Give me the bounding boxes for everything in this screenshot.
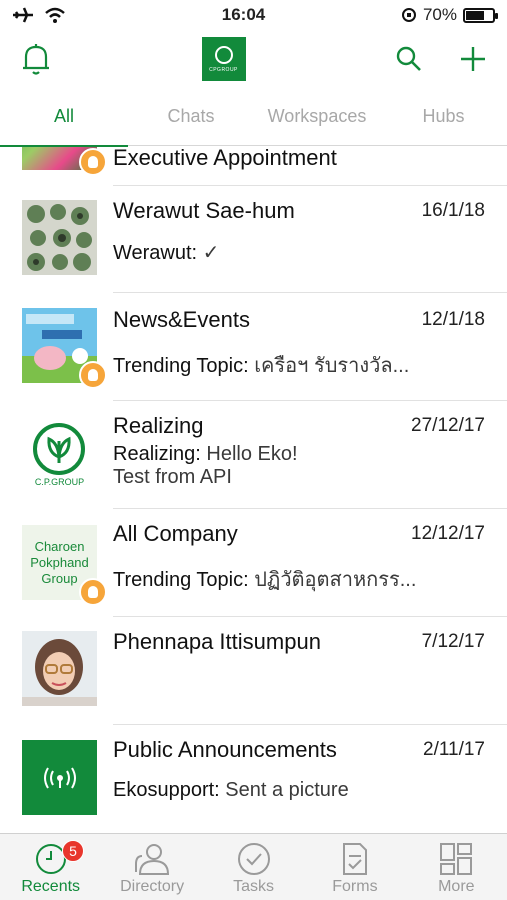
grid-icon (440, 843, 473, 875)
preview-text: ✓ (197, 242, 220, 264)
conversation-title: Executive Appointment (113, 147, 337, 170)
lightbulb-icon (79, 578, 107, 606)
broadcast-icon (43, 766, 76, 789)
status-time: 16:04 (221, 5, 266, 24)
preview-sender: Trending Topic: (113, 355, 249, 377)
preview-sender: Realizing: (113, 443, 201, 465)
tabbar-label: Directory (120, 878, 185, 895)
bottom-tab-bar: 5 Recents Directory Tasks Forms More (0, 833, 507, 900)
tabbar-label: Recents (21, 878, 81, 895)
preview-sender: Ekosupport: (113, 779, 220, 801)
tab-hubs[interactable]: Hubs (380, 88, 507, 146)
conversation-date: 12/12/17 (411, 523, 485, 544)
conversation-preview: Trending Topic: ปฏิวัติอุตสาหกรร... (113, 563, 485, 595)
conversation-body: Public Announcements 2/11/17 Ekosupport:… (113, 737, 485, 802)
people-icon (135, 844, 170, 875)
conversation-date: 2/11/17 (423, 739, 485, 760)
conversation-preview-line2: Test from API (113, 466, 232, 488)
logo-mark (214, 45, 233, 64)
tabbar-forms[interactable]: Forms (304, 834, 405, 900)
logo-text: CPGROUP (209, 66, 238, 73)
profile-photo (22, 631, 97, 706)
list-item[interactable]: Executive Appointment (0, 147, 507, 186)
header-actions (395, 45, 487, 73)
logo-caption: C.P.GROUP (34, 477, 85, 487)
tab-workspaces[interactable]: Workspaces (254, 88, 380, 146)
tabbar-label: Tasks (233, 878, 274, 895)
status-right: 70% (355, 5, 498, 25)
tabbar-label: More (438, 878, 475, 895)
conversation-body: News&Events 12/1/18 Trending Topic: เครื… (113, 307, 485, 381)
status-bar: 16:04 70% (0, 0, 507, 30)
tabbar-directory[interactable]: Directory (101, 834, 202, 900)
preview-text: เครือฯ รับรางวัล... (248, 355, 410, 377)
airplane-icon (13, 7, 33, 23)
conversation-date: 16/1/18 (421, 200, 485, 221)
conversation-preview: Trending Topic: เครือฯ รับรางวัล... (113, 349, 485, 381)
form-icon (342, 843, 367, 875)
lightbulb-icon (79, 148, 107, 176)
conversation-body: All Company 12/12/17 Trending Topic: ปฏิ… (113, 521, 485, 595)
orientation-lock-icon (401, 8, 416, 22)
preview-sender: Werawut: (113, 242, 198, 264)
conversation-preview: Ekosupport: Sent a picture (113, 779, 485, 802)
conversation-body: Executive Appointment (113, 147, 485, 171)
list-item[interactable]: C.P.GROUP Realizing 27/12/17 Realizing: … (0, 401, 507, 509)
tab-chats[interactable]: Chats (128, 88, 254, 146)
conversation-date: 12/1/18 (421, 309, 485, 330)
succulent-photo (22, 200, 97, 275)
lightbulb-icon (79, 361, 107, 389)
tabbar-tasks[interactable]: Tasks (203, 834, 304, 900)
tabbar-recents[interactable]: 5 Recents (0, 834, 101, 900)
list-item[interactable]: Phennapa Ittisumpun 7/12/17 (0, 617, 507, 725)
battery-icon (462, 7, 498, 23)
app-header: CPGROUP (0, 30, 507, 88)
check-circle-icon (237, 843, 270, 875)
list-item[interactable]: Werawut Sae-hum 16/1/18 Werawut: ✓ (0, 186, 507, 293)
battery-percent: 70% (422, 5, 457, 24)
list-item[interactable]: News&Events 12/1/18 Trending Topic: เครื… (0, 293, 507, 401)
plus-icon[interactable] (459, 45, 487, 73)
wifi-icon (45, 7, 65, 23)
conversation-preview: Werawut: ✓ (113, 240, 485, 265)
tab-all[interactable]: All (0, 88, 128, 147)
bell-icon[interactable] (20, 42, 52, 76)
conversation-list: Executive Appointment Werawut Sae-hum 16… (0, 147, 507, 833)
conversation-avatar (22, 200, 97, 275)
conversation-avatar (22, 740, 97, 815)
tabbar-label: Forms (332, 878, 378, 895)
preview-text: Hello Eko! (200, 443, 298, 465)
list-item[interactable]: Public Announcements 2/11/17 Ekosupport:… (0, 725, 507, 833)
search-icon[interactable] (395, 45, 423, 73)
conversation-preview: Realizing: Hello Eko! (113, 443, 485, 466)
notification-badge: 5 (62, 840, 84, 862)
status-left (12, 7, 132, 23)
conversation-avatar: C.P.GROUP (22, 417, 97, 492)
preview-text: ปฏิวัติอุตสาหกรร... (248, 569, 417, 591)
conversation-date: 7/12/17 (421, 631, 485, 652)
conversation-body: Phennapa Ittisumpun 7/12/17 (113, 629, 485, 655)
preview-sender: Trending Topic: (113, 569, 249, 591)
list-item[interactable]: Charoen Pokphand Group All Company 12/12… (0, 509, 507, 617)
tabbar-more[interactable]: More (406, 834, 507, 900)
app-logo: CPGROUP (201, 37, 246, 81)
tab-strip: All Chats Workspaces Hubs (0, 88, 507, 147)
conversation-avatar (22, 631, 97, 706)
conversation-body: Werawut Sae-hum 16/1/18 Werawut: ✓ (113, 198, 485, 265)
conversation-date: 27/12/17 (411, 415, 485, 436)
conversation-body: Realizing 27/12/17 Realizing: Hello Eko!… (113, 413, 485, 489)
preview-text: Sent a picture (219, 779, 349, 801)
